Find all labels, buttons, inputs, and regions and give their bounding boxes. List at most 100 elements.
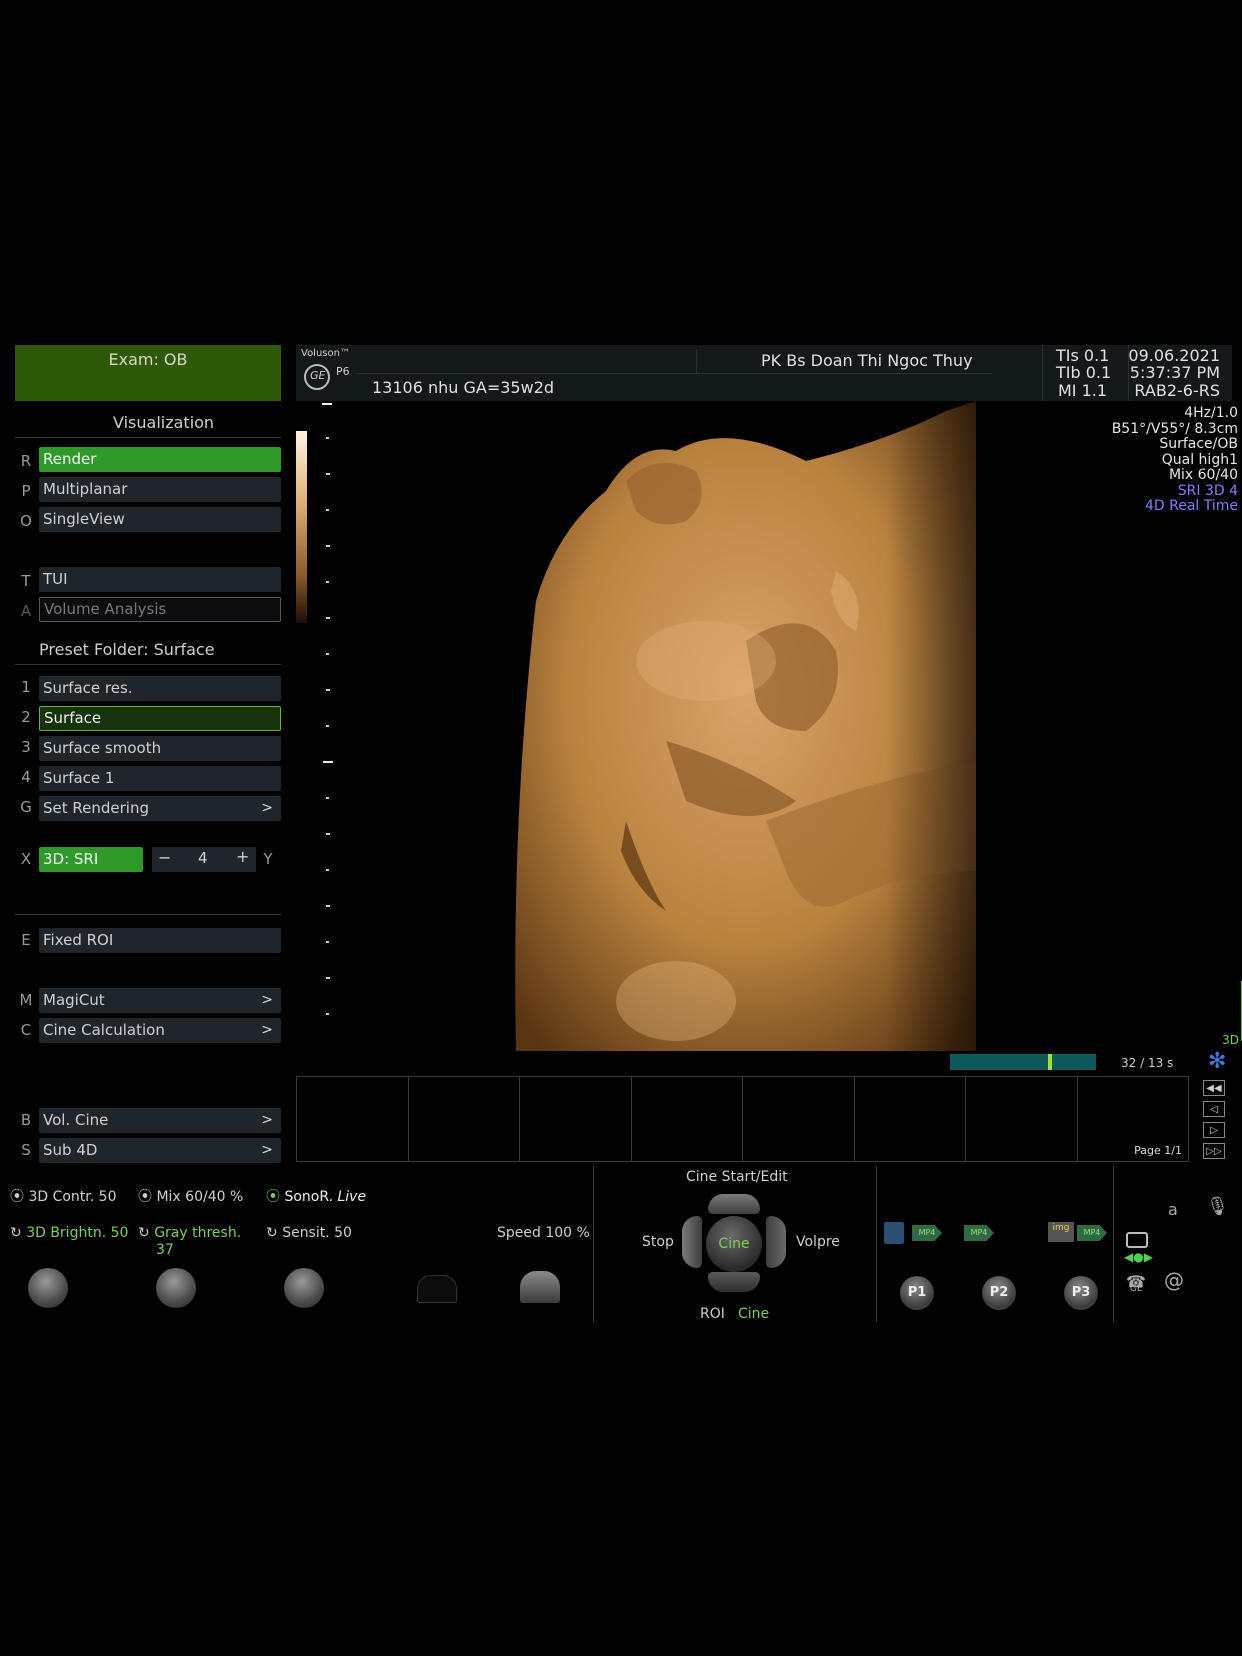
p1-button[interactable]: P1 xyxy=(900,1276,934,1310)
p2-button[interactable]: P2 xyxy=(982,1276,1016,1310)
render-viewport[interactable]: 4Hz/1.0 B51°/V55°/ 8.3cm Surface/OB Qual… xyxy=(296,401,1242,1051)
preset-surface-button[interactable]: Surface xyxy=(39,706,281,731)
network-arrows-icon: ◀●▶ xyxy=(1124,1250,1153,1264)
pad-left-button[interactable] xyxy=(682,1216,702,1268)
image-mail-icon[interactable]: img xyxy=(1048,1222,1074,1242)
sri-button[interactable]: 3D: SRI xyxy=(39,847,143,872)
date-value: 09.06.2021 xyxy=(1128,346,1220,365)
mp4-export-icon[interactable]: MP4 xyxy=(964,1225,994,1241)
mi-value: MI 1.1 xyxy=(1058,381,1108,400)
key-t: T xyxy=(21,572,31,590)
brightness-control[interactable]: ↻ 3D Brightn. 50 xyxy=(10,1225,128,1241)
cine-calculation-label: Cine Calculation xyxy=(43,1021,165,1039)
gray-threshold-control[interactable]: ↻ Gray thresh. 37 xyxy=(138,1225,241,1259)
cine-thumbnail[interactable] xyxy=(632,1077,743,1161)
cine-progress-bar[interactable] xyxy=(950,1054,1096,1070)
transducer-value: RAB2-6-RS xyxy=(1134,381,1220,400)
key-s: S xyxy=(21,1141,31,1159)
set-rendering-button[interactable]: Set Rendering > xyxy=(39,796,281,821)
magicut-button[interactable]: MagiCut > xyxy=(39,988,281,1013)
minus-button[interactable]: − xyxy=(158,848,171,867)
rotary-knob-1[interactable] xyxy=(28,1268,68,1308)
param-line: SRI 3D 4 xyxy=(1177,482,1238,499)
p3-button[interactable]: P3 xyxy=(1064,1276,1098,1310)
volpre-label: Volpre xyxy=(796,1234,840,1250)
exam-button[interactable]: Exam: OB xyxy=(15,345,281,401)
page-indicator: Page 1/1 xyxy=(1134,1144,1182,1157)
chevron-right-icon: > xyxy=(261,1112,273,1128)
cine-position-marker[interactable] xyxy=(1048,1054,1052,1070)
next-page-icon[interactable]: ▷ xyxy=(1203,1122,1225,1138)
patient-info: 13106 nhu GA=35w2d xyxy=(372,378,555,397)
cine-thumbnail[interactable] xyxy=(855,1077,966,1161)
key-r: R xyxy=(20,452,32,470)
cine-calculation-button[interactable]: Cine Calculation > xyxy=(39,1018,281,1043)
cine-thumbnail[interactable] xyxy=(409,1077,520,1161)
fetal-3d-render xyxy=(515,401,986,1051)
render-button[interactable]: Render xyxy=(39,447,281,472)
cine-thumbnail[interactable] xyxy=(743,1077,855,1161)
keyboard-a-icon[interactable]: a xyxy=(1168,1200,1178,1219)
save-4d-icon[interactable] xyxy=(884,1222,904,1244)
mix-control[interactable]: ⦿ Mix 60/40 % xyxy=(138,1186,243,1206)
volume-analysis-button[interactable]: Volume Analysis xyxy=(39,597,281,622)
sonor-control[interactable]: ⦿ SonoR. Live xyxy=(266,1186,366,1206)
preset-folder-title: Preset Folder: Surface xyxy=(39,640,215,659)
key-g: G xyxy=(20,798,32,816)
multiplanar-button[interactable]: Multiplanar xyxy=(39,477,281,502)
key-a: A xyxy=(20,602,32,620)
cine-label: Cine xyxy=(738,1306,770,1322)
param-line: Surface/OB xyxy=(1159,436,1238,452)
cine-thumbnail[interactable] xyxy=(966,1077,1078,1161)
ge-logo-icon: GE xyxy=(304,364,330,390)
param-line: 4Hz/1.0 xyxy=(1184,405,1238,421)
singleview-button[interactable]: SingleView xyxy=(39,507,281,532)
pad-down-button[interactable] xyxy=(708,1272,760,1292)
cine-thumbnail-strip[interactable]: Page 1/1 xyxy=(296,1076,1189,1162)
rotate-icon: ↻ xyxy=(266,1225,278,1241)
chevron-right-icon: > xyxy=(261,992,273,1008)
paddle-button-1[interactable] xyxy=(417,1275,457,1303)
first-page-icon[interactable]: ◀◀ xyxy=(1203,1080,1225,1096)
email-at-icon[interactable]: @ xyxy=(1164,1268,1184,1292)
clinic-name: PK Bs Doan Thi Ngoc Thuy xyxy=(761,351,973,370)
vol-cine-button[interactable]: Vol. Cine > xyxy=(39,1108,281,1133)
magicut-label: MagiCut xyxy=(43,991,105,1009)
cine-thumbnail[interactable] xyxy=(297,1077,409,1161)
cine-center-button[interactable]: Cine xyxy=(706,1216,762,1272)
probe-label: P6 xyxy=(336,365,350,378)
tib-value: TIb 0.1 xyxy=(1056,363,1112,382)
rotate-icon: ↻ xyxy=(138,1225,150,1241)
rotary-knob-2[interactable] xyxy=(156,1268,196,1308)
microphone-icon[interactable]: 🎙 xyxy=(1206,1196,1229,1217)
prev-page-icon[interactable]: ◁ xyxy=(1203,1101,1225,1117)
contrast-control[interactable]: ⦿ 3D Contr. 50 xyxy=(10,1186,116,1206)
sub-4d-button[interactable]: Sub 4D > xyxy=(39,1138,281,1163)
pad-up-button[interactable] xyxy=(708,1194,760,1214)
cine-thumbnail[interactable] xyxy=(520,1077,632,1161)
time-value: 5:37:37 PM xyxy=(1129,363,1220,382)
param-line: Qual high1 xyxy=(1161,451,1238,468)
cine-thumbnail[interactable]: Page 1/1 xyxy=(1078,1077,1189,1161)
pad-right-button[interactable] xyxy=(766,1216,786,1268)
fixed-roi-button[interactable]: Fixed ROI xyxy=(39,928,281,953)
sri-stepper[interactable]: − 4 + xyxy=(152,847,256,872)
mp4-export-icon[interactable]: MP4 xyxy=(1077,1225,1107,1241)
settings-gear-icon[interactable]: ✻ xyxy=(1208,1051,1226,1073)
plus-button[interactable]: + xyxy=(236,847,249,866)
preset-surface-smooth-button[interactable]: Surface smooth xyxy=(39,736,281,761)
speed-control[interactable]: Speed 100 % xyxy=(497,1225,590,1241)
sensitivity-control[interactable]: ↻ Sensit. 50 xyxy=(266,1225,352,1241)
preset-surface-1-button[interactable]: Surface 1 xyxy=(39,766,281,791)
last-page-icon[interactable]: ▷▷ xyxy=(1203,1143,1225,1159)
preset-surface-res-button[interactable]: Surface res. xyxy=(39,676,281,701)
mp4-export-icon[interactable]: MP4 xyxy=(912,1225,942,1241)
depth-ruler xyxy=(322,401,338,1021)
monitor-icon[interactable] xyxy=(1126,1232,1148,1248)
tui-button[interactable]: TUI xyxy=(39,567,281,592)
rotary-knob-3[interactable] xyxy=(284,1268,324,1308)
paddle-button-2[interactable] xyxy=(520,1271,560,1303)
key-m: M xyxy=(19,991,33,1009)
key-p: P xyxy=(21,482,31,500)
key-2: 2 xyxy=(21,708,31,726)
